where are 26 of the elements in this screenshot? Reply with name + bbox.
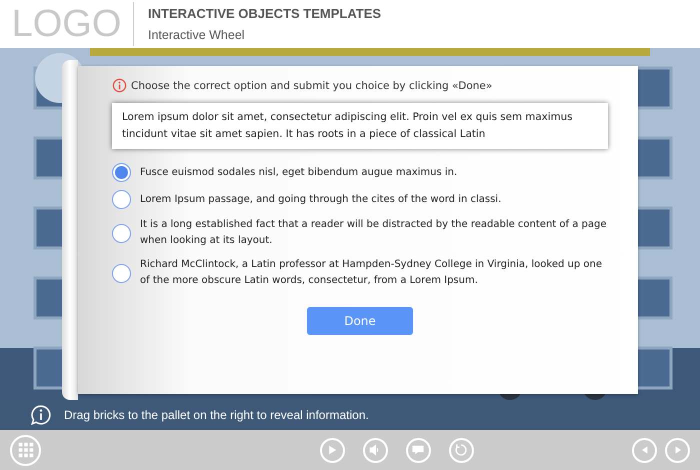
info-icon (30, 404, 52, 426)
previous-button[interactable] (632, 438, 657, 462)
radio-button[interactable] (112, 264, 131, 282)
speech-bubble-icon (411, 443, 425, 457)
radio-button[interactable] (112, 190, 131, 209)
option-label: It is a long established fact that a reader will be distracted by the readable content of a page when looking at its layout. (140, 218, 608, 248)
option-label: Richard McClintock, a Latin professor at Hampden-Sydney College in Virginia, looked up one of the more obscure Latin words, consectetur, from a Lorem Ipsum. (140, 258, 603, 288)
info-icon (112, 78, 127, 93)
done-button[interactable]: Done (307, 307, 413, 335)
play-button[interactable] (320, 438, 344, 462)
instruction-text: Choose the correct option and submit you choice by clicking «Done» (131, 80, 492, 92)
sound-button[interactable] (362, 438, 388, 462)
radio-button[interactable] (112, 163, 131, 182)
captions-button[interactable] (406, 438, 430, 462)
option-label: Fusce euismod sodales nisl, eget bibendum augue maximus in. (140, 166, 458, 180)
question-text: Lorem ipsum dolor sit amet, consectetur adipiscing elit. Proin vel ex quis sem maximus tincidunt vitae sit amet sapien. It has roots in a piece of classical Latin (112, 103, 608, 149)
next-button[interactable] (665, 438, 690, 462)
replay-button[interactable] (448, 438, 474, 462)
page-title: INTERACTIVE OBJECTS TEMPLATES (148, 6, 382, 21)
replay-icon (454, 443, 468, 457)
option-label: Lorem Ipsum passage, and going through the cites of the word in classi. (140, 192, 502, 206)
radio-button[interactable] (112, 224, 131, 242)
hint-text: Drag bricks to the pallet on the right to reveal information. (64, 408, 369, 422)
menu-button[interactable] (10, 434, 41, 466)
page-subtitle: Interactive Wheel (148, 28, 246, 42)
grid-icon (16, 441, 34, 459)
